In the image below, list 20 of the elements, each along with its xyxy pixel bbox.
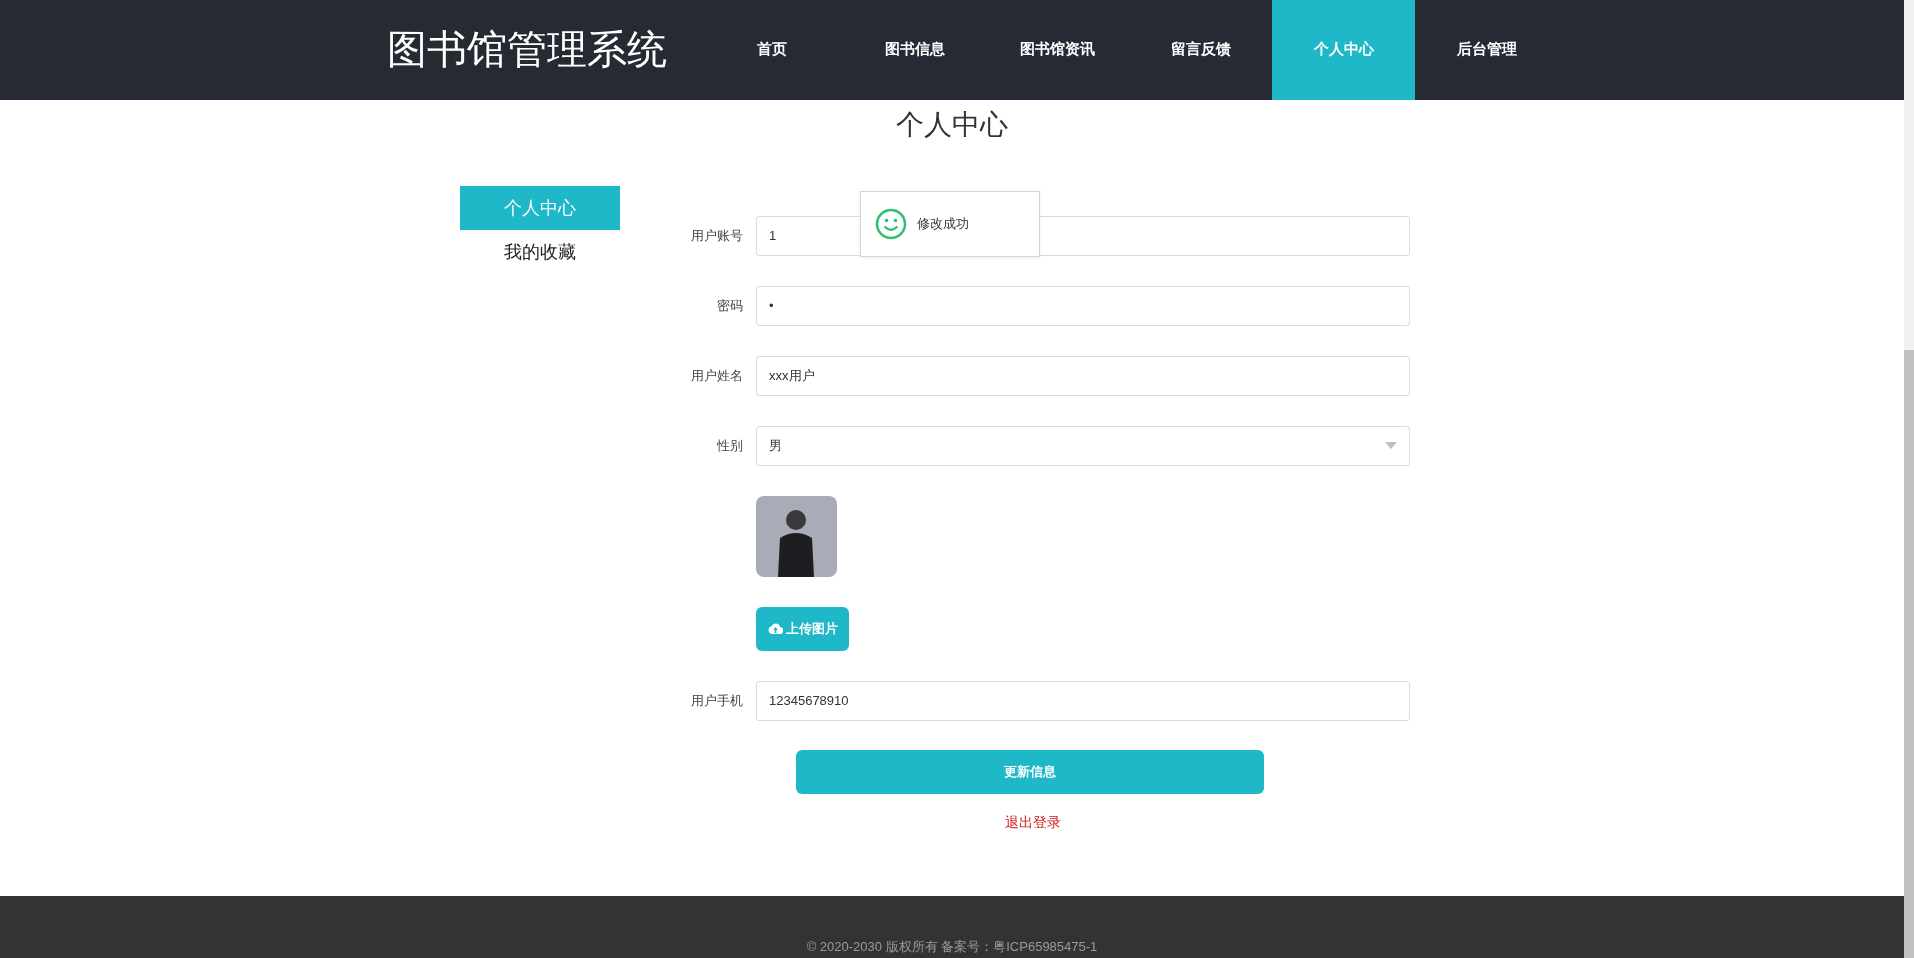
site-title: 图书馆管理系统: [387, 26, 668, 74]
input-field[interactable]: •: [756, 285, 1410, 326]
sidebar-item[interactable]: 我的收藏: [460, 229, 620, 274]
field-label: 用户姓名: [690, 366, 743, 385]
logout-link[interactable]: 退出登录: [1005, 813, 1061, 832]
input-field[interactable]: 12345678910: [756, 680, 1410, 721]
field-label: 用户手机: [690, 691, 743, 710]
field-label: 密码: [716, 296, 743, 315]
select-dropdown[interactable]: 男: [756, 425, 1410, 466]
nav-link[interactable]: 首页: [700, 0, 843, 100]
copyright-text: © 2020-2030 版权所有 备案号：粤ICP65985475-1: [806, 938, 1098, 956]
input-field[interactable]: xxx用户: [756, 355, 1410, 396]
toast-message: 修改成功: [917, 214, 969, 233]
nav-link[interactable]: 图书信息: [843, 0, 986, 100]
field-label: 用户账号: [690, 226, 743, 245]
page-title: 个人中心: [895, 106, 1009, 143]
nav-link[interactable]: 后台管理: [1415, 0, 1558, 100]
nav-link[interactable]: 图书馆资讯: [986, 0, 1129, 100]
field-label: 性别: [716, 436, 743, 455]
nav-link[interactable]: 留言反馈: [1129, 0, 1272, 100]
